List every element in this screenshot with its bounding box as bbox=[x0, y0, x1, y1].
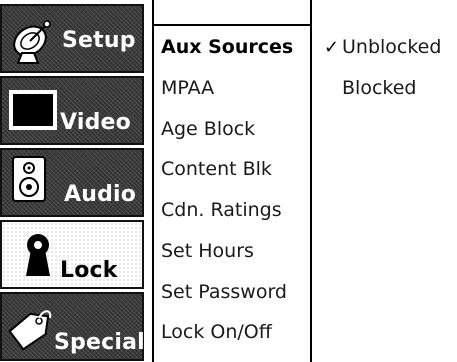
tv-screen-icon bbox=[9, 90, 57, 130]
nav-label-audio: Audio bbox=[64, 182, 137, 207]
option-unblocked[interactable]: Unblocked bbox=[342, 38, 441, 57]
menu-item-set-password[interactable]: Set Password bbox=[161, 283, 287, 302]
menu-item-age-block[interactable]: Age Block bbox=[161, 120, 255, 139]
menu-divider bbox=[154, 24, 310, 26]
nav-item-lock[interactable]: Lock bbox=[0, 220, 144, 289]
menu-item-set-hours[interactable]: Set Hours bbox=[161, 242, 254, 261]
speaker-icon bbox=[12, 156, 46, 202]
menu-item-aux-sources[interactable]: Aux Sources bbox=[161, 38, 293, 57]
menu-item-lock-on-off[interactable]: Lock On/Off bbox=[161, 323, 272, 342]
nav-item-setup[interactable]: Setup bbox=[0, 4, 144, 73]
tag-icon bbox=[8, 310, 52, 350]
menu-item-cdn-ratings[interactable]: Cdn. Ratings bbox=[161, 201, 282, 220]
nav-label-special: Special bbox=[54, 330, 145, 355]
nav-label-setup: Setup bbox=[62, 28, 136, 53]
nav-item-video[interactable]: Video bbox=[0, 76, 144, 145]
nav-label-video: Video bbox=[60, 110, 131, 135]
menu-item-content-blk[interactable]: Content Blk bbox=[161, 160, 272, 179]
keyhole-icon bbox=[26, 234, 50, 276]
menu-item-mpaa[interactable]: MPAA bbox=[161, 79, 214, 98]
option-blocked[interactable]: Blocked bbox=[342, 79, 416, 98]
nav-item-special[interactable]: Special bbox=[0, 292, 145, 361]
lock-menu-screen: Setup Video Audio Lock Special Aux Sourc… bbox=[0, 0, 457, 362]
nav-item-audio[interactable]: Audio bbox=[0, 148, 144, 217]
checkmark-icon: ✓ bbox=[324, 37, 340, 58]
nav-label-lock: Lock bbox=[60, 258, 118, 283]
lock-submenu: Aux Sources MPAA Age Block Content Blk C… bbox=[152, 0, 312, 362]
main-nav: Setup Video Audio Lock Special bbox=[0, 0, 145, 362]
satellite-dish-icon bbox=[13, 20, 51, 64]
